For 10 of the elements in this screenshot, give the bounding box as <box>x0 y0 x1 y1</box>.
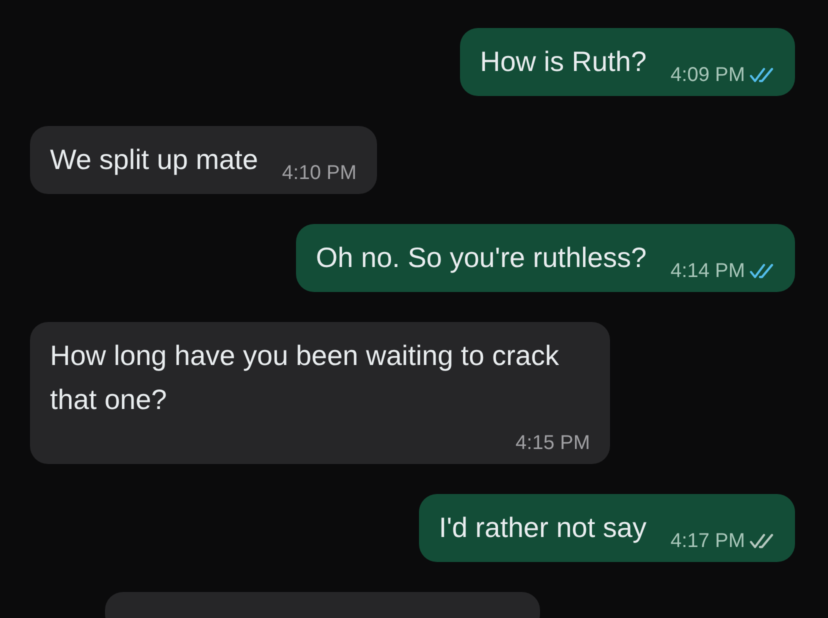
message-time: 4:15 PM <box>516 431 590 456</box>
message-text: How long have you been waiting to crack that one? <box>50 339 560 417</box>
message-text: Oh no. So you're ruthless? <box>316 241 647 275</box>
message-text: How is Ruth? <box>480 45 647 79</box>
message-text: We split up mate <box>50 143 258 177</box>
message-time: 4:17 PM <box>670 529 745 554</box>
message-text: I'd rather not say <box>438 511 647 545</box>
message-time: 4:14 PM <box>670 259 745 284</box>
message-time: 4:09 PM <box>670 63 745 88</box>
message-time: 4:10 PM <box>282 161 357 186</box>
